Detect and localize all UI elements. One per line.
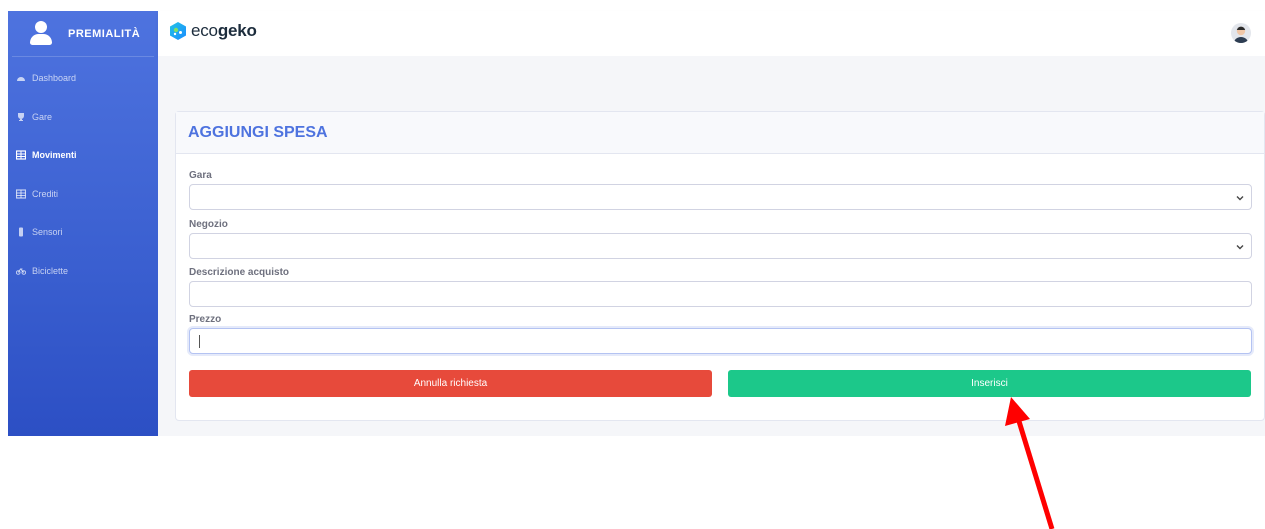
negozio-select[interactable] [189,233,1252,259]
sidebar-item-crediti[interactable]: Crediti [8,175,158,214]
sidebar-item-label: Gare [32,111,53,122]
sidebar-item-label: Crediti [32,188,59,199]
card-header: AGGIUNGI SPESA [176,112,1264,154]
sensor-icon [16,227,26,237]
insert-button[interactable]: Inserisci [728,370,1251,397]
sidebar: PREMIALITÀ Dashboard Gare Movimenti Cred… [8,11,158,436]
sidebar-nav: Dashboard Gare Movimenti Crediti Sensori [8,59,158,290]
bicycle-icon [16,266,26,276]
gecko-logo-icon [170,22,186,40]
sidebar-item-sensori[interactable]: Sensori [8,213,158,252]
prezzo-field: Prezzo [189,314,1252,354]
sidebar-brand[interactable]: PREMIALITÀ [12,11,154,57]
gara-label: Gara [189,170,212,181]
user-icon [28,20,54,47]
sidebar-item-gare[interactable]: Gare [8,98,158,137]
descrizione-input[interactable] [189,281,1252,307]
prezzo-label: Prezzo [189,314,222,325]
chevron-down-icon [1236,196,1244,201]
page-title: AGGIUNGI SPESA [188,123,328,141]
table-icon [16,189,26,199]
sidebar-item-label: Dashboard [32,73,77,84]
prezzo-input[interactable] [189,328,1252,354]
sidebar-item-label: Biciclette [32,265,69,276]
sidebar-item-label: Sensori [32,227,63,238]
gara-field: Gara [189,170,1252,210]
add-expense-card: AGGIUNGI SPESA Gara Negozio Descrizione … [175,111,1265,421]
ecogeko-logo[interactable]: ecogeko [168,21,257,41]
negozio-label: Negozio [189,219,228,230]
brand-label: PREMIALITÀ [68,27,141,40]
table-icon [16,150,26,160]
descrizione-field: Descrizione acquisto [189,267,1252,307]
sidebar-item-label: Movimenti [32,150,77,161]
logo-text: ecogeko [191,21,257,40]
sidebar-item-dashboard[interactable]: Dashboard [8,59,158,98]
gara-select[interactable] [189,184,1252,210]
cancel-request-button[interactable]: Annulla richiesta [189,370,712,397]
trophy-icon [16,112,26,122]
descrizione-label: Descrizione acquisto [189,267,290,278]
sidebar-item-biciclette[interactable]: Biciclette [8,252,158,291]
topbar: ecogeko [158,11,1265,56]
sidebar-item-movimenti[interactable]: Movimenti [8,136,158,175]
user-avatar[interactable] [1231,23,1251,43]
dashboard-icon [16,73,26,83]
text-caret [199,335,200,348]
chevron-down-icon [1236,245,1244,250]
negozio-field: Negozio [189,219,1252,259]
avatar-icon [1234,26,1248,43]
